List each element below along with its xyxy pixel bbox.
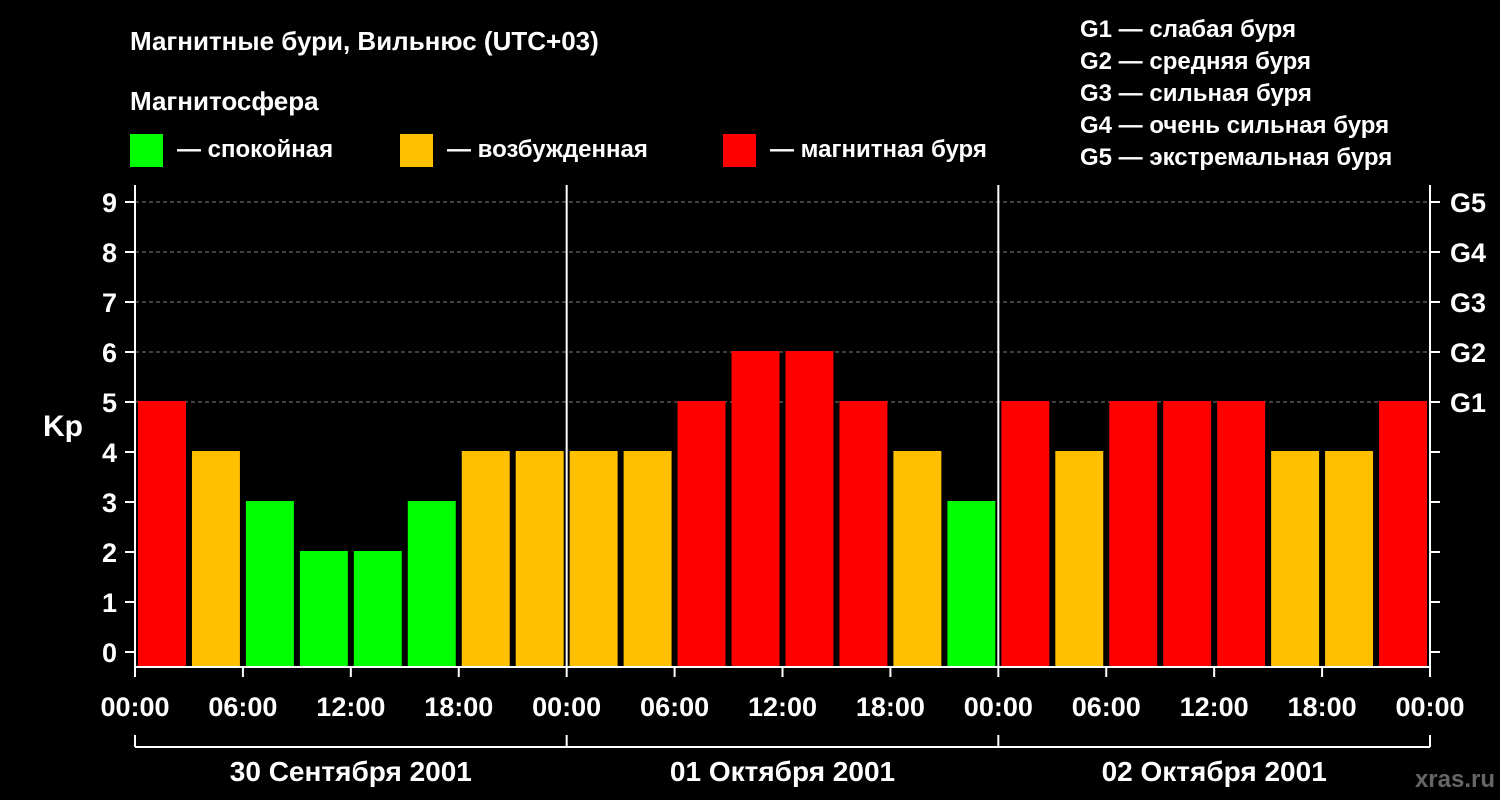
bar-8 xyxy=(515,451,564,667)
bar-16 xyxy=(947,501,996,667)
x-tick-label-10: 06:00 xyxy=(1072,692,1141,722)
x-tick-label-6: 06:00 xyxy=(640,692,709,722)
bar-1 xyxy=(138,401,186,667)
right-tick-label-G4: G4 xyxy=(1450,238,1486,268)
bar-15 xyxy=(893,451,942,667)
day-label-1: 30 Сентября 2001 xyxy=(230,756,472,787)
legend-swatch-2 xyxy=(400,134,433,167)
y-tick-label-1: 1 xyxy=(102,588,117,618)
bar-6 xyxy=(407,501,456,667)
storm-scale-item-4: G4 — очень сильная буря xyxy=(1080,112,1389,139)
bar-24 xyxy=(1379,401,1427,667)
right-tick-label-G5: G5 xyxy=(1450,188,1486,218)
bar-18 xyxy=(1055,451,1104,667)
legend-label-1: — спокойная xyxy=(177,136,333,163)
bar-2 xyxy=(191,451,240,667)
y-tick-label-8: 8 xyxy=(102,238,117,268)
x-tick-label-2: 06:00 xyxy=(208,692,277,722)
y-tick-label-6: 6 xyxy=(102,338,117,368)
x-tick-label-11: 12:00 xyxy=(1180,692,1249,722)
y-tick-label-3: 3 xyxy=(102,488,117,518)
bar-3 xyxy=(245,501,294,667)
day-label-3: 02 Октября 2001 xyxy=(1102,756,1327,787)
chart-subtitle: Магнитосфера xyxy=(130,86,319,116)
chart-title: Магнитные бури, Вильнюс (UTC+03) xyxy=(130,26,599,56)
x-tick-label-13: 00:00 xyxy=(1395,692,1464,722)
bar-4 xyxy=(299,551,348,667)
storm-scale-item-3: G3 — сильная буря xyxy=(1080,80,1312,107)
x-tick-label-3: 12:00 xyxy=(316,692,385,722)
y-tick-label-9: 9 xyxy=(102,188,117,218)
right-tick-label-G1: G1 xyxy=(1450,388,1486,418)
y-tick-label-4: 4 xyxy=(102,438,117,468)
grid xyxy=(135,201,1430,403)
x-tick-label-9: 00:00 xyxy=(964,692,1033,722)
bar-5 xyxy=(353,551,402,667)
bar-19 xyxy=(1109,401,1158,667)
chart: Магнитные бури, Вильнюс (UTC+03) Магнито… xyxy=(43,16,1495,793)
bar-21 xyxy=(1217,401,1266,667)
bar-12 xyxy=(731,351,780,667)
legend-swatch-3 xyxy=(723,134,756,167)
bar-23 xyxy=(1325,451,1374,667)
bar-14 xyxy=(839,401,888,667)
bar-20 xyxy=(1163,401,1212,667)
right-tick-label-G2: G2 xyxy=(1450,338,1486,368)
bar-22 xyxy=(1271,451,1320,667)
legend: — спокойная — возбужденная — магнитная бур… xyxy=(130,134,987,167)
legend-label-3: — магнитная буря xyxy=(770,136,987,163)
x-tick-label-5: 00:00 xyxy=(532,692,601,722)
bar-7 xyxy=(461,451,510,667)
x-tick-label-1: 00:00 xyxy=(100,692,169,722)
bar-11 xyxy=(677,401,726,667)
y-tick-label-7: 7 xyxy=(102,288,117,318)
x-tick-label-12: 18:00 xyxy=(1288,692,1357,722)
storm-scale-legend: G1 — слабая буря G2 — средняя буря G3 — си… xyxy=(1080,16,1392,171)
legend-label-2: — возбужденная xyxy=(447,136,648,163)
bars xyxy=(138,351,1427,667)
bar-17 xyxy=(1001,401,1050,667)
y-tick-label-2: 2 xyxy=(102,538,117,568)
bar-13 xyxy=(785,351,834,667)
storm-scale-item-2: G2 — средняя буря xyxy=(1080,48,1311,75)
storm-scale-item-1: G1 — слабая буря xyxy=(1080,16,1296,43)
right-tick-label-G3: G3 xyxy=(1450,288,1486,318)
bar-9 xyxy=(569,451,618,667)
y-tick-label-0: 0 xyxy=(102,638,117,668)
legend-swatch-1 xyxy=(130,134,163,167)
x-tick-label-4: 18:00 xyxy=(424,692,493,722)
y-axis-label: Kp xyxy=(43,410,83,443)
x-tick-label-7: 12:00 xyxy=(748,692,817,722)
x-tick-label-8: 18:00 xyxy=(856,692,925,722)
storm-scale-item-5: G5 — экстремальная буря xyxy=(1080,144,1392,171)
bar-10 xyxy=(623,451,672,667)
y-tick-label-5: 5 xyxy=(102,388,117,418)
watermark: xras.ru xyxy=(1415,766,1495,793)
day-label-2: 01 Октября 2001 xyxy=(670,756,895,787)
